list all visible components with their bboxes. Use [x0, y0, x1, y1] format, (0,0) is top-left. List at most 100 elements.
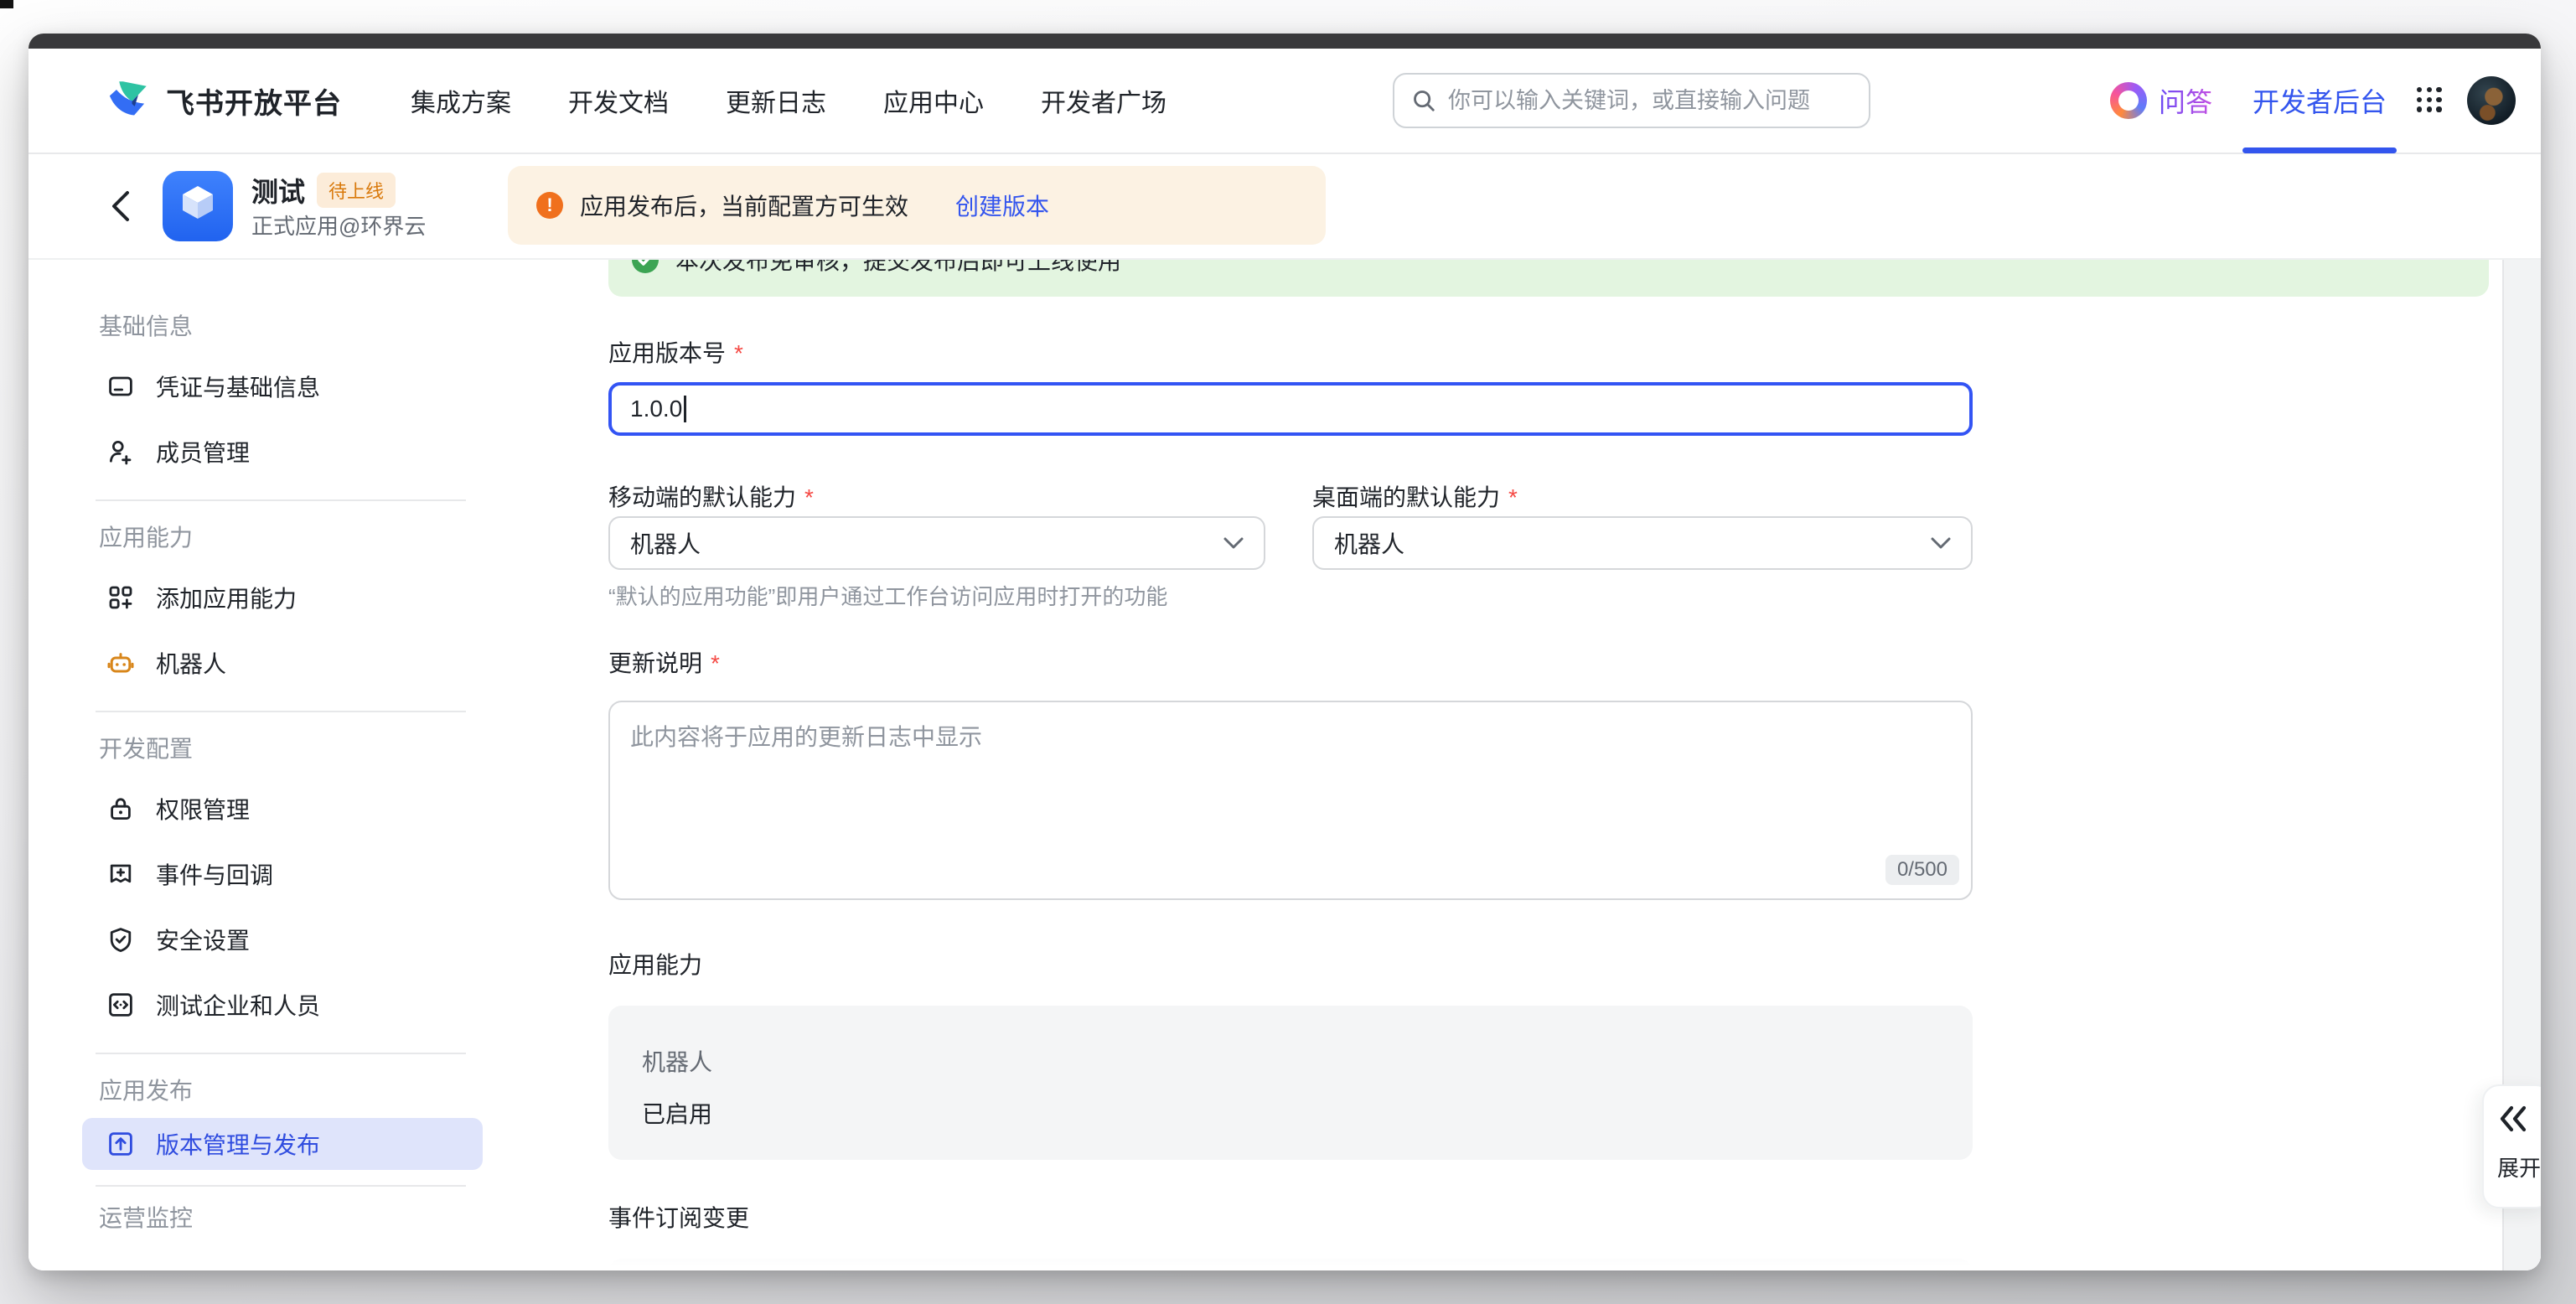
success-check-icon	[632, 260, 659, 273]
shield-check-icon	[107, 926, 134, 953]
required-star: *	[711, 650, 720, 676]
sidebar-item-add-capability[interactable]: 添加应用能力	[82, 565, 483, 630]
qa-ring-icon	[2110, 82, 2147, 119]
app-version-value: 1.0.0	[630, 396, 682, 422]
sidebar-item-bot[interactable]: 机器人	[82, 630, 483, 696]
capability-panel: 机器人 已启用	[608, 1006, 1973, 1160]
chevron-down-icon	[1223, 536, 1244, 550]
search-input[interactable]	[1448, 88, 1852, 114]
screen-corner-artifact	[0, 0, 13, 8]
expand-label: 展开	[2497, 1151, 2541, 1182]
sidebar-divider	[96, 1185, 466, 1187]
status-badge: 待上线	[317, 173, 396, 208]
chevron-down-icon	[1931, 536, 1951, 550]
app-subtitle: 正式应用@环界云	[251, 210, 426, 241]
success-banner-text: 本次发布免审核，提交发布后即可上线使用	[675, 260, 1121, 277]
nav-link-changelog[interactable]: 更新日志	[726, 82, 826, 119]
text-caret	[684, 396, 686, 422]
sidebar-divider	[96, 1053, 466, 1054]
page: 飞书开放平台 集成方案 开发文档 更新日志 应用中心 开发者广场	[28, 49, 2541, 1270]
nav-link-marketplace[interactable]: 开发者广场	[1041, 82, 1166, 119]
warning-text: 应用发布后，当前配置方可生效	[580, 189, 908, 222]
capability-hint: “默认的应用功能”即用户通过工作台访问应用时打开的功能	[608, 580, 1167, 611]
top-navigation: 飞书开放平台 集成方案 开发文档 更新日志 应用中心 开发者广场	[28, 49, 2541, 154]
event-panel	[608, 1259, 1973, 1270]
sidebar-item-label: 凭证与基础信息	[156, 370, 320, 403]
sidebar-section-dev-config: 开发配置	[82, 732, 483, 766]
feishu-logo[interactable]: 飞书开放平台	[104, 79, 342, 122]
sidebar-section-capabilities: 应用能力	[82, 521, 483, 555]
active-tab-underline	[2242, 147, 2397, 153]
nav-link-app-center[interactable]: 应用中心	[883, 82, 984, 119]
sidebar-item-permissions[interactable]: 权限管理	[82, 776, 483, 841]
update-notes-textarea[interactable]	[608, 701, 1973, 900]
required-star: *	[804, 484, 814, 510]
app-grid-icon[interactable]	[2417, 87, 2444, 114]
desktop-capability-select[interactable]: 机器人	[1312, 516, 1973, 570]
version-field-label: 应用版本号*	[608, 337, 743, 370]
desktop-capability-value: 机器人	[1334, 526, 1404, 560]
robot-icon	[107, 649, 134, 676]
warning-banner: ! 应用发布后，当前配置方可生效 创建版本	[508, 166, 1326, 245]
warning-icon: !	[536, 192, 563, 219]
mobile-capability-value: 机器人	[630, 526, 701, 560]
sidebar-item-members[interactable]: 成员管理	[82, 419, 483, 484]
developer-console-label: 开发者后台	[2253, 81, 2387, 120]
sidebar-item-label: 机器人	[156, 646, 226, 680]
mobile-capability-label: 移动端的默认能力*	[608, 481, 814, 515]
app-header: 测试 待上线 正式应用@环界云 ! 应用发布后，当前配置方可生效 创建版本	[28, 154, 2541, 260]
search-icon	[1411, 88, 1436, 113]
main-form: 本次发布免审核，提交发布后即可上线使用 应用版本号* 1.0.0 移动端的默认能…	[608, 260, 2489, 1270]
app-icon	[163, 171, 233, 241]
create-version-link[interactable]: 创建版本	[955, 189, 1049, 222]
capability-section-title: 应用能力	[608, 947, 702, 981]
success-banner: 本次发布免审核，提交发布后即可上线使用	[608, 260, 2489, 297]
sidebar-item-events[interactable]: 事件与回调	[82, 841, 483, 907]
user-avatar[interactable]	[2467, 76, 2516, 125]
browser-window: 飞书开放平台 集成方案 开发文档 更新日志 应用中心 开发者广场	[28, 34, 2541, 1270]
desktop-capability-label: 桌面端的默认能力*	[1312, 481, 1518, 515]
search-box[interactable]	[1393, 73, 1870, 128]
event-section-title: 事件订阅变更	[608, 1200, 749, 1234]
window-chrome-strip	[28, 34, 2541, 49]
expand-panel-button[interactable]: 展开	[2482, 1084, 2541, 1208]
sidebar-item-label: 安全设置	[156, 923, 250, 956]
app-version-input[interactable]: 1.0.0	[608, 382, 1973, 436]
code-square-icon	[107, 991, 134, 1018]
nav-links: 集成方案 开发文档 更新日志 应用中心 开发者广场	[411, 82, 1166, 119]
sidebar-item-label: 添加应用能力	[156, 581, 297, 614]
sidebar-section-release: 应用发布	[82, 1074, 483, 1108]
app-name: 测试	[251, 171, 305, 210]
sidebar-item-label: 版本管理与发布	[156, 1127, 320, 1161]
sidebar-item-test-org[interactable]: 测试企业和人员	[82, 972, 483, 1038]
sidebar-item-label: 事件与回调	[156, 857, 273, 891]
sidebar-section-basic-info: 基础信息	[82, 310, 483, 344]
sidebar-item-credentials[interactable]: 凭证与基础信息	[82, 354, 483, 419]
user-add-icon	[107, 438, 134, 465]
developer-console-tab[interactable]: 开发者后台	[2253, 48, 2387, 153]
sidebar: 基础信息 凭证与基础信息 成员管理 应用能力	[82, 297, 483, 1245]
id-card-icon	[107, 373, 134, 400]
update-notes-label: 更新说明*	[608, 647, 720, 680]
sidebar-divider	[96, 711, 466, 712]
sidebar-item-version-release[interactable]: 版本管理与发布	[82, 1118, 483, 1170]
qa-label: 问答	[2159, 81, 2212, 120]
apps-add-icon	[107, 584, 134, 611]
logo-text: 飞书开放平台	[166, 80, 342, 122]
content-area: 基础信息 凭证与基础信息 成员管理 应用能力	[28, 260, 2541, 1270]
sidebar-section-monitoring: 运营监控	[82, 1202, 483, 1235]
feishu-logo-icon	[104, 79, 151, 122]
back-chevron-icon	[109, 189, 131, 223]
nav-link-integration[interactable]: 集成方案	[411, 82, 511, 119]
capability-name: 机器人	[642, 1044, 712, 1078]
event-callback-icon	[107, 861, 134, 887]
char-counter: 0/500	[1885, 855, 1959, 885]
mobile-capability-select[interactable]: 机器人	[608, 516, 1265, 570]
update-notes-field: 0/500	[608, 701, 1973, 900]
publish-icon	[107, 1131, 134, 1157]
back-button[interactable]	[109, 189, 131, 230]
qa-button[interactable]: 问答	[2110, 81, 2212, 120]
nav-link-docs[interactable]: 开发文档	[568, 82, 669, 119]
sidebar-item-security[interactable]: 安全设置	[82, 907, 483, 972]
sidebar-divider	[96, 499, 466, 501]
